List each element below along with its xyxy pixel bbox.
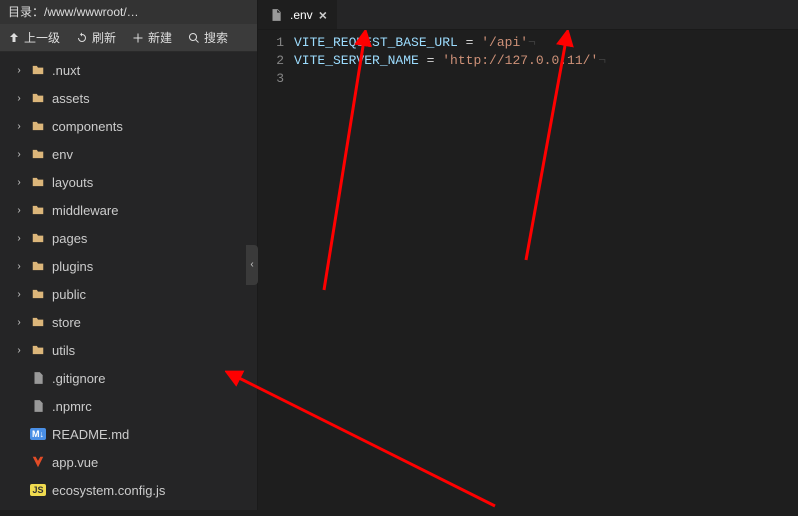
folder-icon [30,63,46,77]
tree-item-label: pages [52,231,87,246]
tree-item-label: utils [52,343,75,358]
new-button[interactable]: 新建 [124,24,180,51]
tree-item-label: README.md [52,427,129,442]
js-icon: JS [30,484,46,496]
tree-file[interactable]: ›.npmrc [0,392,257,420]
tree-item-label: .npmrc [52,399,92,414]
tree-folder[interactable]: › components [0,112,257,140]
folder-icon [30,231,46,245]
tree-item-label: layouts [52,175,93,190]
vue-icon [30,455,46,469]
folder-icon [30,343,46,357]
line-number: 3 [258,70,284,88]
tree-item-label: env [52,147,73,162]
tree-folder[interactable]: › utils [0,336,257,364]
search-button[interactable]: 搜索 [180,24,236,51]
chevron-right-icon: › [14,317,24,328]
tree-item-label: ecosystem.config.js [52,483,165,498]
tree-item-label: assets [52,91,90,106]
tree-item-label: .nuxt [52,63,80,78]
code-area[interactable]: 123 VITE_REQUEST_BASE_URL = '/api'¬VITE_… [258,30,798,510]
refresh-button[interactable]: 刷新 [68,24,124,51]
code-line: VITE_SERVER_NAME = 'http://127.0.0.11/'¬ [294,52,798,70]
tree-file[interactable]: ›M↓README.md [0,420,257,448]
chevron-right-icon: › [14,233,24,244]
code-line [294,70,798,88]
up-arrow-icon [8,32,20,44]
tree-item-label: .gitignore [52,371,105,386]
tree-folder[interactable]: › middleware [0,196,257,224]
folder-icon [30,91,46,105]
refresh-icon [76,32,88,44]
line-number: 2 [258,52,284,70]
tree-folder[interactable]: › store [0,308,257,336]
file-icon [30,371,46,385]
folder-icon [30,315,46,329]
tree-file[interactable]: ›app.vue [0,448,257,476]
folder-icon [30,287,46,301]
chevron-right-icon: › [14,289,24,300]
tree-item-label: plugins [52,259,93,274]
folder-icon [30,147,46,161]
chevron-right-icon: › [14,205,24,216]
chevron-right-icon: › [14,93,24,104]
folder-icon [30,175,46,189]
plus-icon [132,32,144,44]
chevron-right-icon: › [14,345,24,356]
tab-label: .env [290,8,313,22]
refresh-label: 刷新 [92,29,116,46]
tab-bar: .env × [258,0,798,30]
editor: .env × 123 VITE_REQUEST_BASE_URL = '/api… [258,0,798,510]
path-bar: 目录：/www/wwwroot/… [0,0,257,24]
tree-folder[interactable]: › env [0,140,257,168]
up-button[interactable]: 上一级 [0,24,68,51]
tree-item-label: components [52,119,123,134]
new-label: 新建 [148,29,172,46]
tree-item-label: store [52,315,81,330]
tree-folder[interactable]: › layouts [0,168,257,196]
collapse-handle[interactable]: ‹ [246,245,258,285]
tree-file[interactable]: ›JSecosystem.config.js [0,476,257,504]
chevron-right-icon: › [14,261,24,272]
tree-item-label: middleware [52,203,118,218]
folder-icon [30,203,46,217]
tree-item-label: app.vue [52,455,98,470]
tree-folder[interactable]: › pages [0,224,257,252]
tree-folder[interactable]: › plugins [0,252,257,280]
markdown-icon: M↓ [30,428,46,440]
tab-env[interactable]: .env × [258,0,338,29]
file-tree: › .nuxt › assets › components › env › layouts › mid… [0,52,257,510]
tree-item-label: public [52,287,86,302]
file-icon [268,8,284,22]
line-number: 1 [258,34,284,52]
chevron-right-icon: › [14,149,24,160]
chevron-right-icon: › [14,177,24,188]
line-gutter: 123 [258,34,294,510]
file-icon [30,399,46,413]
sidebar: 目录：/www/wwwroot/… 上一级 刷新 新建 搜索 ›.nux [0,0,258,510]
code-content: VITE_REQUEST_BASE_URL = '/api'¬VITE_SERV… [294,34,798,510]
search-label: 搜索 [204,29,228,46]
up-label: 上一级 [24,29,60,46]
tree-folder[interactable]: › assets [0,84,257,112]
tree-folder[interactable]: › .nuxt [0,56,257,84]
toolbar: 上一级 刷新 新建 搜索 [0,24,257,52]
search-icon [188,32,200,44]
close-icon[interactable]: × [319,7,327,23]
chevron-right-icon: › [14,121,24,132]
tree-folder[interactable]: › public [0,280,257,308]
code-line: VITE_REQUEST_BASE_URL = '/api'¬ [294,34,798,52]
tree-file[interactable]: ›.gitignore [0,364,257,392]
folder-icon [30,259,46,273]
folder-icon [30,119,46,133]
chevron-right-icon: › [14,65,24,76]
